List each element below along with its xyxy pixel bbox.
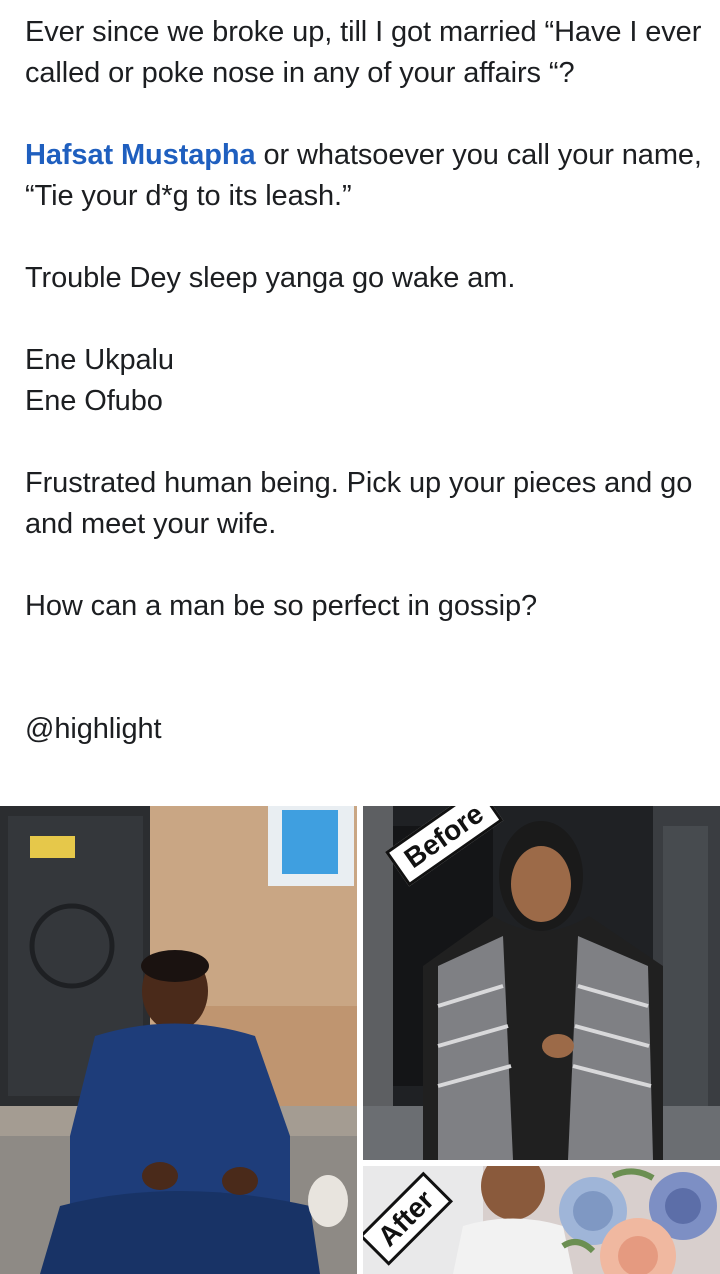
- photo-after[interactable]: After: [363, 1166, 720, 1274]
- hashtag-link[interactable]: @highlight: [25, 709, 705, 750]
- photo-grid: Before After: [0, 806, 720, 1274]
- photo-before[interactable]: Before: [363, 806, 720, 1160]
- post-paragraph: Trouble Dey sleep yanga go wake am.: [25, 262, 516, 294]
- post-line: Ene Ofubo: [25, 385, 163, 417]
- photo-man[interactable]: [0, 806, 357, 1274]
- post-line: Ene Ukpalu: [25, 344, 174, 376]
- post-body: Ever since we broke up, till I got marri…: [25, 12, 705, 750]
- post-paragraph: Frustrated human being. Pick up your pie…: [25, 467, 693, 540]
- post-paragraph: Ever since we broke up, till I got marri…: [25, 16, 702, 89]
- mention-link[interactable]: Hafsat Mustapha: [25, 139, 256, 171]
- post-paragraph: Hafsat Mustapha or whatsoever you call y…: [25, 135, 705, 217]
- photo-man-image: [0, 806, 357, 1274]
- post-paragraph: How can a man be so perfect in gossip?: [25, 590, 538, 622]
